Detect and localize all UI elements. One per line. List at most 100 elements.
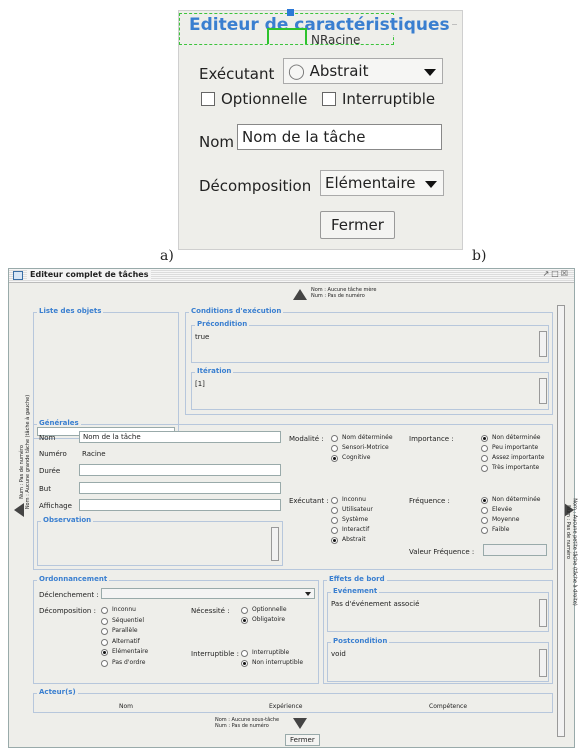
panel-title: Editeur de caractéristiques (187, 15, 452, 35)
characteristics-editor-panel: Editeur de caractéristiques NRacine Exéc… (178, 9, 463, 250)
frequence-radio[interactable] (481, 517, 488, 524)
side-effects-title: Effets de bord (327, 575, 387, 583)
parent-task-num: Num : Pas de numéro (311, 293, 365, 299)
actors-col-competence[interactable]: Compétence (429, 703, 467, 710)
necessite-radio[interactable] (241, 617, 248, 624)
decomposition-label: Décomposition : (39, 607, 96, 615)
decomposition-select[interactable]: Elémentaire (320, 170, 444, 196)
parent-task-arrow-icon[interactable] (293, 289, 307, 300)
precondition-scrollbar[interactable] (539, 331, 547, 357)
executant-radio[interactable] (331, 537, 338, 544)
decomposition-radio[interactable] (101, 617, 108, 625)
modalite-option-label: Cognitive (342, 454, 371, 461)
decomposition-radio[interactable] (101, 628, 108, 635)
chevron-down-icon (425, 181, 437, 188)
executant-radio[interactable] (331, 517, 338, 524)
necessite-radio[interactable] (241, 607, 248, 614)
necessite-option-label: Optionnelle (252, 606, 287, 613)
left-task-arrow-icon[interactable] (14, 503, 24, 517)
frequence-label: Fréquence : (409, 497, 450, 505)
left-task-name: Nom : Aucune grande tâche (tâche à gauch… (25, 394, 32, 510)
executant-radio[interactable] (331, 497, 338, 504)
numero-value: Racine (82, 450, 106, 458)
optional-checkbox[interactable] (201, 92, 215, 106)
affichage-input[interactable] (79, 499, 281, 511)
valeur-frequence-input[interactable] (483, 544, 547, 556)
postcondition-scrollbar[interactable] (539, 649, 547, 677)
executant-option-label: Utilisateur (342, 506, 373, 513)
node-label: NRacine (311, 33, 361, 47)
decomposition-option-label: Inconnu (112, 606, 136, 613)
modalite-radio[interactable] (331, 445, 338, 452)
event-scrollbar[interactable] (539, 599, 547, 627)
decomposition-option-label: Parallèle (112, 627, 138, 634)
conditions-title: Conditions d'exécution (189, 307, 284, 315)
close-button[interactable]: Fermer (320, 211, 395, 239)
frequence-radio[interactable] (481, 497, 488, 504)
modalite-option-label: Nom déterminée (342, 434, 393, 441)
postcondition-title: Postcondition (331, 637, 390, 645)
interruptible-radio[interactable] (241, 650, 248, 657)
interruptible-checkbox[interactable] (322, 92, 336, 106)
importance-radio[interactable] (481, 435, 488, 442)
main-scrollbar[interactable] (557, 305, 565, 737)
importance-label: Importance : (409, 435, 454, 443)
modalite-label: Modalité : (289, 435, 324, 443)
actors-col-experience[interactable]: Expérience (269, 703, 302, 710)
actors-col-name[interactable]: Nom (119, 703, 133, 710)
event-value[interactable]: Pas d'événement associé (331, 600, 419, 608)
observation-title: Observation (41, 516, 94, 524)
but-input[interactable] (79, 482, 281, 494)
decomposition-radio[interactable] (101, 607, 108, 614)
window-title: Editeur complet de tâches (27, 270, 152, 279)
executant-radio[interactable] (331, 507, 338, 514)
iteration-scrollbar[interactable] (539, 378, 547, 404)
modalite-option-label: Sensori-Motrice (342, 444, 389, 451)
executant-option-label: Abstrait (342, 536, 366, 543)
frequence-radio[interactable] (481, 507, 488, 514)
actors-title: Acteur(s) (37, 688, 78, 696)
decomposition-option-label: Séquentiel (112, 616, 144, 624)
window-controls-icon[interactable]: ↗□☒ (543, 269, 570, 278)
decomposition-radio[interactable] (101, 659, 108, 667)
task-node-icon[interactable] (267, 28, 307, 44)
precondition-value[interactable]: true (195, 333, 209, 341)
full-task-editor-window: Editeur complet de tâches ↗□☒ Nom : Aucu… (8, 268, 578, 748)
duree-input[interactable] (79, 464, 281, 476)
observation-scrollbar[interactable] (271, 527, 279, 561)
executant-label: Exécutant : (289, 497, 329, 505)
child-task-arrow-icon[interactable] (293, 718, 307, 729)
executant-radio[interactable] (331, 527, 338, 534)
modalite-radio[interactable] (331, 435, 338, 442)
importance-radio[interactable] (481, 445, 488, 452)
right-task-name: Nom : Aucune petite tâche (tâche à droit… (571, 498, 578, 606)
frequence-radio[interactable] (481, 527, 488, 534)
interruptible-option-label: Interruptible (252, 649, 290, 656)
importance-option-label: Très importante (492, 464, 540, 471)
iteration-value[interactable]: [1] (195, 380, 205, 388)
close-button[interactable]: Fermer (285, 734, 320, 746)
child-task-num: Num : Pas de numéro (215, 723, 269, 729)
valeur-frequence-label: Valeur Fréquence : (409, 548, 475, 556)
lightbulb-icon: ◯ (288, 62, 305, 80)
nom-input[interactable]: Nom de la tâche (79, 431, 281, 443)
frequence-option-label: Non déterminée (492, 496, 541, 503)
window-icon (13, 271, 23, 280)
executant-select[interactable]: ◯ Abstrait (283, 58, 443, 84)
decomposition-radio[interactable] (101, 649, 108, 656)
interruptible-radio[interactable] (241, 660, 248, 667)
decomposition-radio[interactable] (101, 638, 108, 646)
resize-handle-icon[interactable] (287, 9, 294, 16)
interruptible-label: Interruptible (342, 90, 436, 108)
importance-radio[interactable] (481, 465, 488, 472)
importance-radio[interactable] (481, 455, 488, 462)
name-input[interactable]: Nom de la tâche (237, 124, 442, 150)
postcondition-value[interactable]: void (331, 650, 346, 658)
decomposition-select-value: Elémentaire (325, 174, 416, 192)
numero-label: Numéro (39, 450, 67, 458)
modalite-radio[interactable] (331, 455, 338, 462)
optional-label: Optionnelle (221, 90, 308, 108)
name-label: Nom (199, 133, 235, 151)
importance-option-label: Assez importante (492, 454, 545, 461)
declenchement-select[interactable] (101, 588, 315, 599)
